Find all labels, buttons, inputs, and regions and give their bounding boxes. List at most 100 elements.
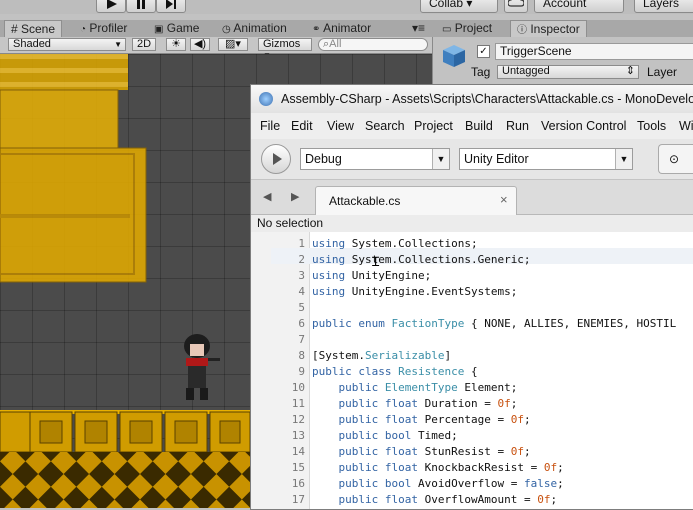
account-dropdown[interactable]: Account [534, 0, 624, 13]
code-editor[interactable]: 1 using System.Collections; 2 using System… [251, 232, 693, 509]
object-name-value: TriggerScene [500, 44, 572, 58]
sun-icon: ☀ [171, 38, 181, 50]
cloud-icon [507, 0, 525, 7]
line-number: 13 [291, 429, 305, 442]
tab-profiler-label: Profiler [89, 21, 128, 35]
mode-2d-label: 2D [136, 38, 152, 50]
line-number: 6 [298, 317, 305, 330]
code-line: 11 public float Duration = 0f; [251, 396, 693, 412]
animation-icon: ◷ [222, 24, 231, 35]
line-number: 5 [298, 301, 305, 314]
code-line: 17 public float OverflowAmount = 0f; [251, 492, 693, 508]
menu-run[interactable]: Run [506, 113, 529, 139]
code-line: 2 using System.Collections.Generic; [251, 252, 693, 268]
menu-window[interactable]: Wi [679, 113, 693, 139]
golden-pillar [0, 54, 147, 283]
line-number: 14 [291, 445, 305, 458]
configuration-value: Debug [305, 152, 342, 166]
code-line: 15 public float KnockbackResist = 0f; [251, 460, 693, 476]
gizmos-dropdown[interactable]: Gizmos ▼ [258, 38, 312, 60]
step-icon [166, 0, 176, 9]
tab-animation[interactable]: ◷ Animation [222, 20, 287, 37]
code-line: 12 public float Percentage = 0f; [251, 412, 693, 428]
editor-tabs: # Scene ◔ Profiler ▣ Game ◷ Animation ⚭ … [0, 20, 693, 37]
pause-icon [137, 0, 145, 9]
tag-label: Tag [471, 65, 491, 79]
tab-project[interactable]: ▭ Project [442, 20, 492, 37]
line-number: 2 [298, 253, 305, 266]
profiler-icon: ◔ [80, 24, 87, 35]
configuration-dropdown[interactable]: Debug ▼ [300, 148, 450, 170]
code-line: 10 public ElementType Element; [251, 380, 693, 396]
tab-game-label: Game [166, 21, 200, 35]
object-name-field[interactable]: TriggerScene [495, 43, 693, 60]
menu-view[interactable]: View [327, 113, 354, 139]
code-line: 4 using UnityEngine.EventSystems; [251, 284, 693, 300]
image-icon: ▨▾ [225, 38, 241, 50]
chevron-left-icon[interactable]: ◀ [263, 190, 271, 203]
effects-dropdown[interactable]: ▨▾ [218, 38, 248, 51]
ide-toolbar: Debug ▼ Unity Editor ▼ ⊙ [251, 139, 693, 180]
menu-search[interactable]: Search [365, 113, 405, 139]
tag-dropdown[interactable]: Untagged ⇕ [497, 65, 639, 79]
code-line: 14 public float StunResist = 0f; [251, 444, 693, 460]
collab-button[interactable]: Collab ▾ [420, 0, 498, 13]
unity-toolbar: Collab ▾ Account Layers [0, 0, 693, 14]
tag-value: Untagged [502, 65, 550, 77]
pause-button[interactable] [126, 0, 156, 13]
menu-build[interactable]: Build [465, 113, 493, 139]
speaker-icon: ◀) [193, 38, 207, 50]
layers-label: Layers [643, 0, 680, 10]
run-button[interactable] [261, 144, 291, 174]
code-line: 5 [251, 300, 693, 316]
layers-dropdown[interactable]: Layers [634, 0, 693, 13]
active-checkbox[interactable]: ✓ [477, 45, 490, 58]
scene-search-field[interactable]: ⌕All [318, 38, 428, 51]
tab-game[interactable]: ▣ Game [154, 20, 199, 37]
audio-toggle[interactable]: ◀) [190, 38, 210, 51]
tab-inspector-label: Inspector [530, 22, 580, 36]
cloud-button[interactable] [504, 0, 528, 13]
menu-version-control[interactable]: Version Control [541, 113, 626, 139]
document-tabs: ◀ ▶ Attackable.cs × [251, 180, 693, 215]
toggle-2d-button[interactable]: 2D [132, 38, 156, 51]
tab-attackable-cs[interactable]: Attackable.cs × [315, 186, 517, 215]
close-icon[interactable]: × [500, 192, 508, 207]
gameobject-cube-icon [443, 45, 465, 67]
stop-icon: ⊙ [669, 152, 680, 166]
scene-toolbar: Shaded ▼ 2D ☀ ◀) ▨▾ Gizmos ▼ ⌕All [0, 37, 432, 60]
scene-search-placeholder: All [329, 38, 342, 50]
file-tab-label: Attackable.cs [329, 194, 401, 208]
code-line: 16 public bool AvoidOverflow = false; [251, 476, 693, 492]
layer-label: Layer [647, 65, 678, 79]
menu-tools[interactable]: Tools [637, 113, 666, 139]
code-line: 13 public bool Timed; [251, 428, 693, 444]
tab-scene[interactable]: # Scene [4, 20, 63, 37]
menu-project[interactable]: Project [414, 113, 453, 139]
menu-bar: File Edit View Search Project Build Run … [251, 113, 693, 139]
line-number: 9 [298, 365, 305, 378]
line-number: 10 [291, 381, 305, 394]
line-number: 4 [298, 285, 305, 298]
tab-profiler[interactable]: ◔ Profiler [80, 20, 127, 37]
collab-label: Collab ▾ [429, 0, 473, 10]
title-bar: Assembly-CSharp - Assets\Scripts\Charact… [251, 85, 693, 113]
play-button[interactable] [96, 0, 126, 13]
tab-scene-label: # Scene [11, 22, 56, 36]
menu-file[interactable]: File [260, 113, 280, 139]
tab-animation-label: Animation [233, 21, 287, 35]
menu-edit[interactable]: Edit [291, 113, 313, 139]
step-button[interactable] [156, 0, 186, 13]
target-dropdown[interactable]: Unity Editor ▼ [459, 148, 633, 170]
line-number: 15 [291, 461, 305, 474]
tab-inspector[interactable]: ⓘ Inspector [510, 20, 587, 37]
lighting-toggle[interactable]: ☀ [166, 38, 186, 51]
line-number: 12 [291, 413, 305, 426]
info-icon: ⓘ [517, 25, 527, 36]
tab-animator[interactable]: ⚭ Animator [312, 20, 371, 37]
shading-mode-dropdown[interactable]: Shaded ▼ [8, 38, 126, 51]
code-line: 9 public class Resistence { [251, 364, 693, 380]
tab-menu-icon[interactable]: ▾≡ [412, 20, 425, 37]
chevron-right-icon[interactable]: ▶ [291, 190, 299, 203]
target-value: Unity Editor [464, 152, 529, 166]
